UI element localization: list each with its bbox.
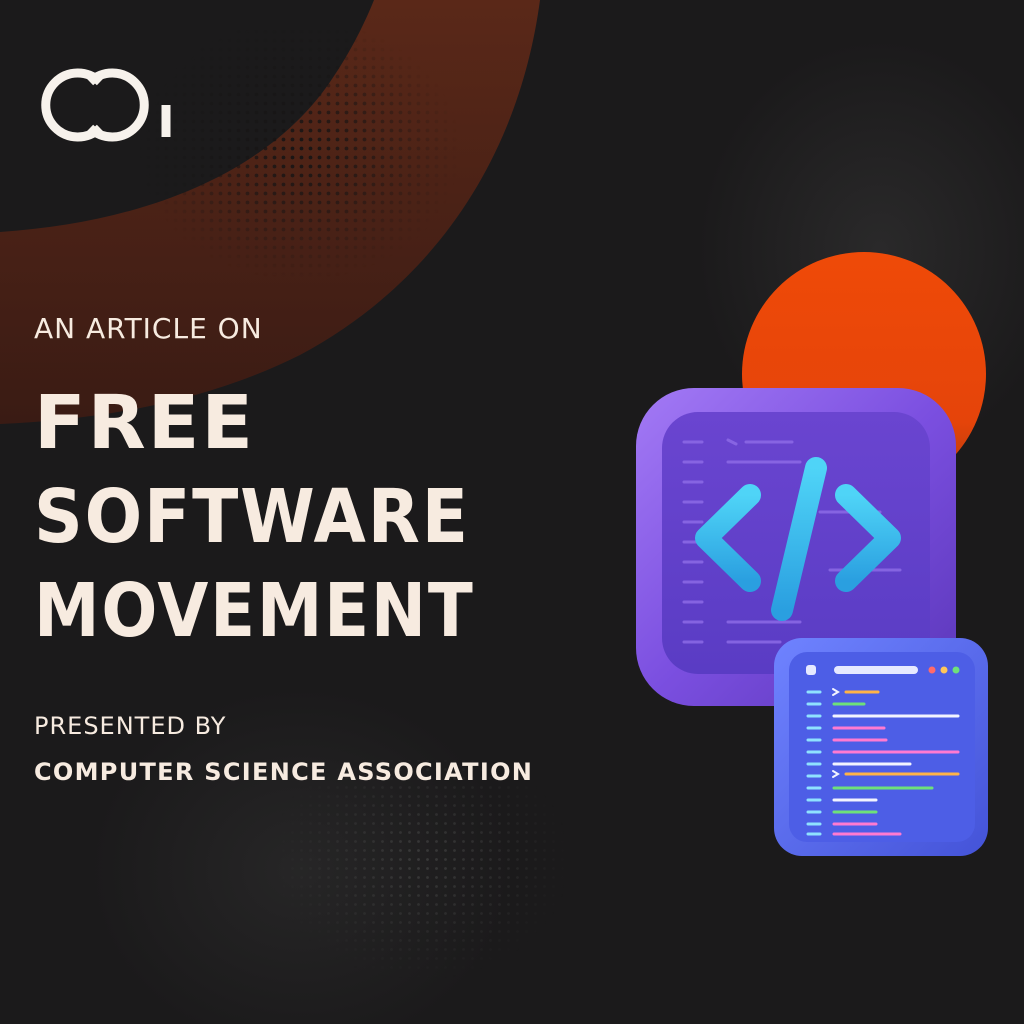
organization-name: COMPUTER SCIENCE ASSOCIATION — [34, 758, 534, 786]
poster: AN ARTICLE ON FREE SOFTWARE MOVEMENT PRE… — [0, 0, 1024, 1024]
kicker-text: AN ARTICLE ON — [34, 312, 263, 345]
code-editor-window-icon — [774, 638, 988, 856]
title-line-1: FREE — [34, 380, 255, 466]
title-line-3: MOVEMENT — [34, 568, 475, 654]
title-line-2: SOFTWARE — [34, 474, 470, 560]
presented-by-label: PRESENTED BY — [34, 712, 227, 740]
